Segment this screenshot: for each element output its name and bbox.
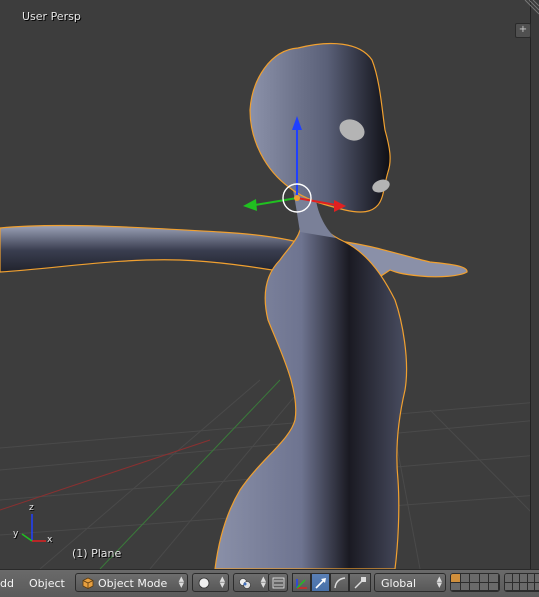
layer-19-toggle[interactable] <box>527 582 536 591</box>
viewport-header: dd Object Object Mode ▲ ▼ ▲ ▼ ▲ ▼ Global… <box>0 569 539 597</box>
scale-manipulator-button[interactable] <box>349 573 371 592</box>
manipulator-toggle-button[interactable] <box>268 573 288 592</box>
add-menu[interactable]: dd <box>0 577 14 590</box>
layer-9-toggle[interactable] <box>527 574 536 583</box>
layer-10-toggle[interactable] <box>535 574 539 583</box>
x-axis-line <box>0 439 211 511</box>
translate-manipulator-button[interactable] <box>292 573 311 592</box>
layer-15-toggle[interactable] <box>489 582 499 591</box>
scale-handle-icon <box>354 577 366 589</box>
mode-select[interactable]: Object Mode ▲ ▼ <box>75 573 188 592</box>
layer-8-toggle[interactable] <box>520 574 528 583</box>
3d-viewport[interactable]: z x y User Persp (1) Plane + <box>0 0 539 569</box>
cube-icon <box>82 577 94 589</box>
layer-12-toggle[interactable] <box>460 582 471 591</box>
rotate-manipulator-button[interactable] <box>311 573 330 592</box>
active-object-label: (1) Plane <box>72 547 122 560</box>
mode-label: Object Mode <box>98 577 168 590</box>
layer-20-toggle[interactable] <box>535 582 539 591</box>
x-axis-label: x <box>47 535 53 545</box>
cursor-arrow-icon <box>315 578 326 589</box>
orientation-label: Global <box>381 577 417 590</box>
layer-1-toggle[interactable] <box>451 574 461 583</box>
layer-buttons-second[interactable] <box>504 573 539 592</box>
scene-canvas[interactable] <box>0 0 539 569</box>
layer-5-toggle[interactable] <box>489 574 499 583</box>
area-divider[interactable] <box>530 0 539 569</box>
manipulator-icon <box>272 577 285 589</box>
layer-16-toggle[interactable] <box>505 582 513 591</box>
layer-13-toggle[interactable] <box>470 582 480 591</box>
chevron-updown-icon: ▲ ▼ <box>219 575 225 589</box>
viewport-shading-select[interactable]: ▲ ▼ <box>192 573 229 592</box>
translate-arrows-icon <box>296 579 307 589</box>
layer-6-toggle[interactable] <box>505 574 513 583</box>
properties-toggle-button[interactable]: + <box>515 23 531 38</box>
layer-14-toggle[interactable] <box>479 582 490 591</box>
solid-shading-icon <box>198 577 210 589</box>
layer-18-toggle[interactable] <box>520 582 528 591</box>
chevron-updown-icon: ▲ ▼ <box>436 575 442 589</box>
character-mesh[interactable] <box>0 42 468 569</box>
layer-2-toggle[interactable] <box>460 574 471 583</box>
layer-4-toggle[interactable] <box>479 574 490 583</box>
layer-buttons[interactable] <box>450 573 500 592</box>
chevron-updown-icon: ▲ ▼ <box>260 575 266 589</box>
arc-icon <box>334 577 346 589</box>
area-split-handle[interactable] <box>519 0 539 18</box>
layer-11-toggle[interactable] <box>451 582 461 591</box>
y-axis-label: y <box>13 529 19 539</box>
z-axis-label: z <box>29 503 34 513</box>
axis-widget <box>21 514 46 542</box>
pivot-point-select[interactable]: ▲ ▼ <box>233 573 270 592</box>
transform-orientation-select[interactable]: Global ▲ ▼ <box>374 573 446 592</box>
view-name-label: User Persp <box>22 10 81 23</box>
pivot-median-icon <box>239 578 251 589</box>
layer-3-toggle[interactable] <box>470 574 480 583</box>
curve-manipulator-button[interactable] <box>330 573 349 592</box>
object-menu[interactable]: Object <box>29 577 65 590</box>
chevron-updown-icon: ▲ ▼ <box>178 575 184 589</box>
layer-7-toggle[interactable] <box>512 574 521 583</box>
layer-17-toggle[interactable] <box>512 582 521 591</box>
